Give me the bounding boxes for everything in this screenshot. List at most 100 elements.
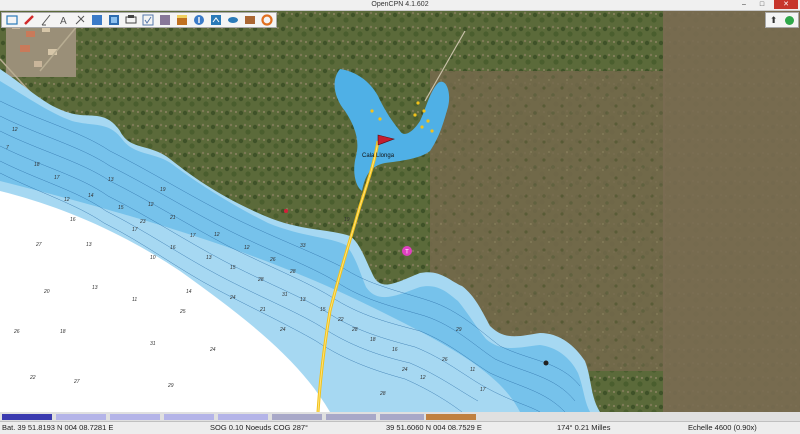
depth-sounding: 31 <box>282 292 288 298</box>
depth-sounding: 26 <box>13 329 20 335</box>
depth-sounding: 7 <box>6 145 9 151</box>
depth-sounding: 12 <box>214 232 220 238</box>
chart-map[interactable]: T Cala Llonga 7 12 18 17 12 16 14 13 15 23 12 19 27 1… <box>0 11 800 412</box>
title-bar: OpenCPN 4.1.602 – □ ✕ <box>0 0 800 11</box>
depth-sounding: 14 <box>186 289 192 295</box>
depth-sounding: 19 <box>344 217 350 223</box>
depth-sounding: 28 <box>289 269 296 275</box>
depth-sounding: 20 <box>43 289 50 295</box>
depth-sounding: 14 <box>88 193 94 199</box>
connect-icon[interactable] <box>4 13 20 27</box>
chart-icon[interactable] <box>89 13 105 27</box>
close-button[interactable]: ✕ <box>774 0 798 9</box>
navigation-mark <box>284 209 288 213</box>
depth-sounding: 15 <box>230 265 236 271</box>
depth-sounding: 22 <box>29 375 36 381</box>
depth-sounding: 13 <box>108 177 114 183</box>
depth-sounding: 24 <box>279 327 286 333</box>
piano-key[interactable] <box>110 414 160 420</box>
depth-sounding: 21 <box>169 215 176 221</box>
depth-sounding: 16 <box>392 347 398 353</box>
depth-sounding: 22 <box>337 317 344 323</box>
sog-cog-readout: SOG 0.10 Noeuds COG 287° <box>210 423 309 432</box>
maximize-button[interactable]: □ <box>754 0 770 9</box>
print-icon[interactable] <box>123 13 139 27</box>
layers-icon[interactable] <box>106 13 122 27</box>
text-icon[interactable]: A <box>55 13 71 27</box>
depth-sounding: 12 <box>12 127 18 133</box>
depth-sounding: 18 <box>370 337 376 343</box>
depth-sounding: 13 <box>206 255 212 261</box>
wizard-icon[interactable] <box>140 13 156 27</box>
depth-sounding: 11 <box>132 297 137 303</box>
depth-sounding: 13 <box>300 297 306 303</box>
window-title: OpenCPN 4.1.602 <box>371 1 429 8</box>
piano-key[interactable] <box>380 414 424 420</box>
depth-sounding: 17 <box>480 387 486 393</box>
gps-status-icon[interactable] <box>785 15 795 25</box>
depth-sounding: 10 <box>150 255 156 261</box>
piano-key[interactable] <box>326 414 376 420</box>
depth-sounding: 26 <box>269 257 276 263</box>
rock-mark <box>543 360 549 366</box>
boat-position-readout: Bat. 39 51.8193 N 004 08.7281 E <box>2 423 114 432</box>
mob-icon[interactable] <box>242 13 258 27</box>
lifebuoy-icon[interactable] <box>259 13 275 27</box>
depth-sounding: 12 <box>64 197 70 203</box>
ais-icon[interactable] <box>225 13 241 27</box>
depth-sounding: 27 <box>35 242 42 248</box>
piano-key-active[interactable] <box>2 414 52 420</box>
depth-sounding: 17 <box>190 233 196 239</box>
measure-icon[interactable] <box>38 13 54 27</box>
depth-sounding: 12 <box>420 375 426 381</box>
depth-sounding: 28 <box>257 277 264 283</box>
piano-key[interactable] <box>272 414 322 420</box>
depth-sounding: 18 <box>60 329 66 335</box>
depth-sounding: 13 <box>92 285 98 291</box>
depth-sounding: 29 <box>455 327 462 333</box>
depth-sounding: 24 <box>209 347 216 353</box>
depth-sounding: 29 <box>167 383 174 389</box>
depth-sounding: 21 <box>259 307 266 313</box>
depth-sounding: 24 <box>229 295 236 301</box>
depth-sounding: 11 <box>470 367 475 373</box>
minimize-button[interactable]: – <box>736 0 752 9</box>
status-bar: Bat. 39 51.8193 N 004 08.7281 E SOG 0.10… <box>0 421 800 434</box>
track-icon[interactable] <box>208 13 224 27</box>
depth-sounding: 25 <box>179 309 186 315</box>
depth-sounding: 16 <box>170 245 176 251</box>
place-label: Cala Llonga <box>362 153 395 159</box>
info-icon[interactable] <box>191 13 207 27</box>
compass-toolbar: ⬆ <box>765 12 799 28</box>
depth-sounding: 17 <box>54 175 60 181</box>
depth-sounding: 13 <box>86 242 92 248</box>
depth-sounding: 24 <box>401 367 408 373</box>
depth-sounding: 18 <box>34 162 40 168</box>
scale-readout: Echelle 4600 (0.90x) <box>688 423 757 432</box>
chart-piano-bar <box>0 412 800 421</box>
depth-sounding: 12 <box>148 202 154 208</box>
svg-text:A: A <box>60 16 67 26</box>
depth-sounding: 28 <box>351 327 358 333</box>
cursor-position-readout: 39 51.6060 N 004 08.7529 E <box>386 423 482 432</box>
tide-icon[interactable] <box>174 13 190 27</box>
depth-sounding: 15 <box>320 307 326 313</box>
depth-sounding: 31 <box>150 341 156 347</box>
chart-edge-imagery <box>663 11 800 412</box>
north-up-icon[interactable]: ⬆ <box>770 15 778 26</box>
main-toolbar: A <box>1 12 277 28</box>
tide-station-icon[interactable]: T <box>402 246 412 256</box>
depth-sounding: 17 <box>132 227 138 233</box>
piano-key[interactable] <box>218 414 268 420</box>
piano-key[interactable] <box>164 414 214 420</box>
piano-key[interactable] <box>56 414 106 420</box>
depth-sounding: 33 <box>300 243 306 249</box>
piano-key-cm93[interactable] <box>426 414 476 420</box>
chart-canvas[interactable]: T Cala Llonga 7 12 18 17 12 16 14 13 15 23 12 19 27 1… <box>0 11 800 412</box>
settings-icon[interactable] <box>72 13 88 27</box>
depth-sounding: 27 <box>73 379 80 385</box>
depth-sounding: 15 <box>118 205 124 211</box>
route-icon[interactable] <box>21 13 37 27</box>
image-icon[interactable] <box>157 13 173 27</box>
bearing-distance-readout: 174° 0.21 Milles <box>557 423 611 432</box>
